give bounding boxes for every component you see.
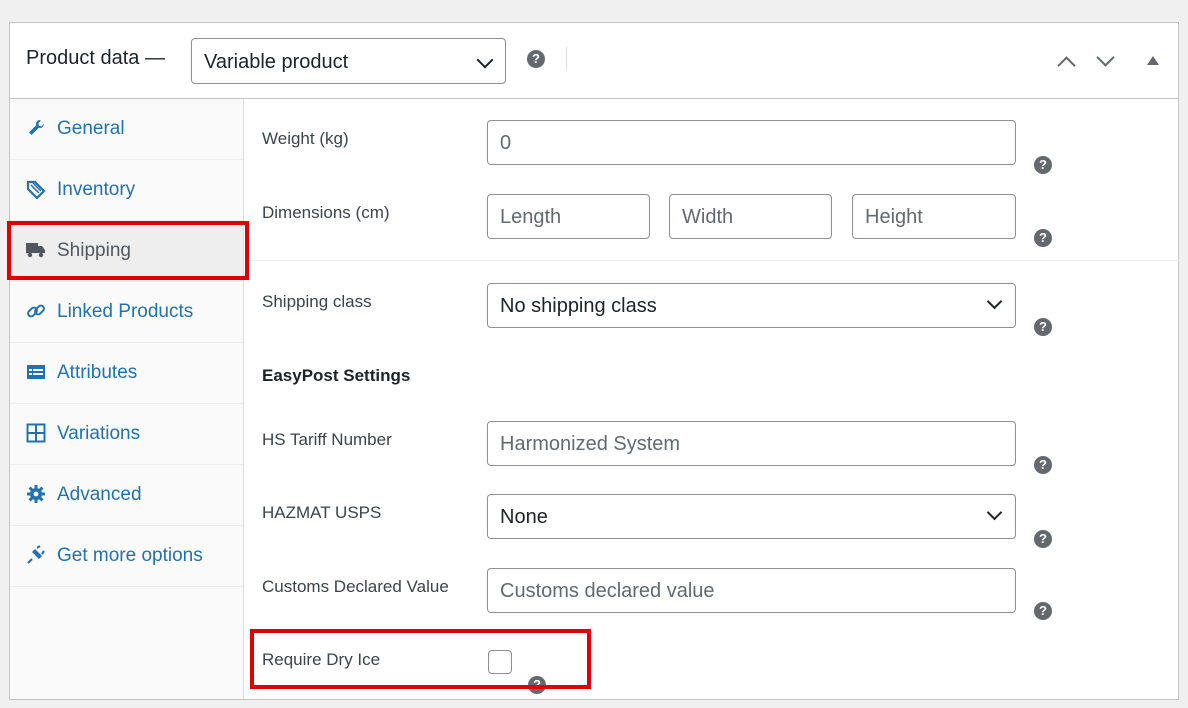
width-input[interactable]: Width [669, 194, 832, 239]
shipping-panel: Weight (kg) 0 ? Dimensions (cm) Length W… [245, 99, 1179, 699]
tab-variations[interactable]: Variations [10, 404, 243, 465]
help-icon[interactable]: ? [1034, 456, 1052, 474]
help-icon[interactable]: ? [527, 50, 545, 68]
dimensions-label: Dimensions (cm) [262, 203, 390, 222]
length-input[interactable]: Length [487, 194, 650, 239]
hs-tariff-label: HS Tariff Number [262, 430, 392, 449]
tab-label: Attributes [57, 362, 138, 383]
tab-label: General [57, 118, 125, 139]
easypost-section-title: EasyPost Settings [262, 366, 411, 385]
product-data-tabs: General Inventory Shipping Linked Produc… [10, 99, 244, 699]
plug-icon [27, 545, 45, 564]
chevron-down-icon [476, 51, 494, 69]
tab-general[interactable]: General [10, 99, 243, 160]
tab-label: Advanced [57, 484, 142, 505]
wrench-icon [29, 120, 44, 135]
length-placeholder: Length [500, 206, 562, 228]
move-up-icon[interactable] [1057, 56, 1076, 75]
tab-label: Linked Products [57, 301, 194, 322]
tab-advanced[interactable]: Advanced [10, 465, 243, 526]
product-data-panel: Product data — Variable product ? Genera… [9, 22, 1179, 700]
width-placeholder: Width [682, 206, 734, 228]
tab-attributes[interactable]: Attributes [10, 343, 243, 404]
collapse-panel-icon[interactable] [1147, 56, 1159, 65]
hs-tariff-input[interactable]: Harmonized System [487, 421, 1016, 466]
height-placeholder: Height [865, 206, 923, 228]
tab-label: Variations [57, 423, 141, 444]
tab-label: Get more options [57, 545, 203, 566]
shipping-class-value: No shipping class [500, 295, 657, 317]
hazmat-label: HAZMAT USPS [262, 503, 382, 522]
help-icon[interactable]: ? [1034, 229, 1052, 247]
hs-tariff-placeholder: Harmonized System [500, 433, 681, 455]
hazmat-value: None [500, 506, 548, 528]
divider [245, 260, 1179, 261]
customs-value-placeholder: Customs declared value [500, 580, 715, 602]
shipping-class-select[interactable]: No shipping class [487, 283, 1016, 328]
panel-title: Product data — [26, 47, 165, 69]
chevron-down-icon [986, 504, 1003, 521]
weight-label: Weight (kg) [262, 129, 349, 148]
height-input[interactable]: Height [852, 194, 1016, 239]
tab-get-more-options[interactable]: Get more options [10, 526, 243, 587]
highlight-box-shipping-tab [7, 221, 249, 280]
weight-input[interactable]: 0 [487, 120, 1016, 165]
shipping-class-label: Shipping class [262, 292, 372, 311]
panel-header: Product data — Variable product ? [10, 23, 1178, 99]
product-type-value: Variable product [204, 51, 349, 73]
product-type-select[interactable]: Variable product [191, 38, 506, 84]
help-icon[interactable]: ? [1034, 530, 1052, 548]
help-icon[interactable]: ? [1034, 156, 1052, 174]
divider [566, 47, 567, 71]
tab-linked-products[interactable]: Linked Products [10, 282, 243, 343]
grid-icon [26, 423, 46, 443]
customs-value-input[interactable]: Customs declared value [487, 568, 1016, 613]
weight-placeholder: 0 [500, 132, 512, 154]
link-icon [27, 304, 45, 318]
tag-icon [26, 180, 46, 199]
list-table-icon [27, 365, 45, 379]
tab-inventory[interactable]: Inventory [10, 160, 243, 221]
gear-icon [27, 485, 45, 503]
highlight-box-dry-ice [250, 629, 591, 689]
hazmat-select[interactable]: None [487, 494, 1016, 539]
help-icon[interactable]: ? [1034, 318, 1052, 336]
help-icon[interactable]: ? [1034, 602, 1052, 620]
customs-value-label: Customs Declared Value [262, 577, 449, 596]
tab-label: Inventory [57, 179, 136, 200]
chevron-down-icon [986, 293, 1003, 310]
move-down-icon[interactable] [1096, 48, 1115, 67]
